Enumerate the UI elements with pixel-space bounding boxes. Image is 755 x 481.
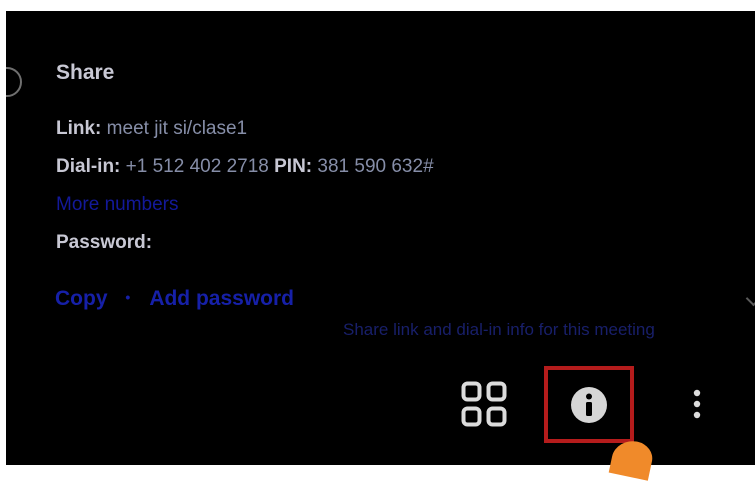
add-password-link[interactable]: Add password (149, 287, 294, 310)
tile-view-button[interactable] (456, 377, 512, 431)
share-title: Share (56, 61, 115, 84)
password-row: Password: (56, 232, 152, 254)
chevron-down-icon (745, 290, 755, 307)
tile-view-icon (461, 381, 507, 427)
info-icon (571, 386, 607, 423)
password-label: Password: (56, 232, 153, 253)
pin-label: PIN: (274, 156, 313, 177)
info-tooltip: Share link and dial-in info for this mee… (343, 320, 655, 339)
link-label: Link: (56, 118, 102, 139)
more-vertical-icon (693, 389, 701, 419)
share-actions: Copy • Add password (55, 287, 294, 311)
more-numbers-link[interactable]: More numbers (56, 194, 179, 216)
copy-link[interactable]: Copy (55, 287, 108, 310)
dialin-label: Dial-in: (56, 156, 121, 177)
dialin-row: Dial-in: +1 512 402 2718 PIN: 381 590 63… (56, 156, 434, 178)
dialin-value: +1 512 402 2718 (125, 156, 269, 177)
side-indicator-icon (6, 67, 22, 97)
info-button[interactable] (544, 366, 634, 443)
more-options-button[interactable] (682, 381, 712, 427)
meeting-screen: Share Link: meet jit si/clase1 Dial-in: … (6, 11, 755, 465)
pin-value: 381 590 632# (317, 156, 434, 177)
link-row: Link: meet jit si/clase1 (56, 118, 247, 140)
link-value[interactable]: meet jit si/clase1 (107, 118, 247, 139)
action-separator: • (125, 289, 131, 305)
